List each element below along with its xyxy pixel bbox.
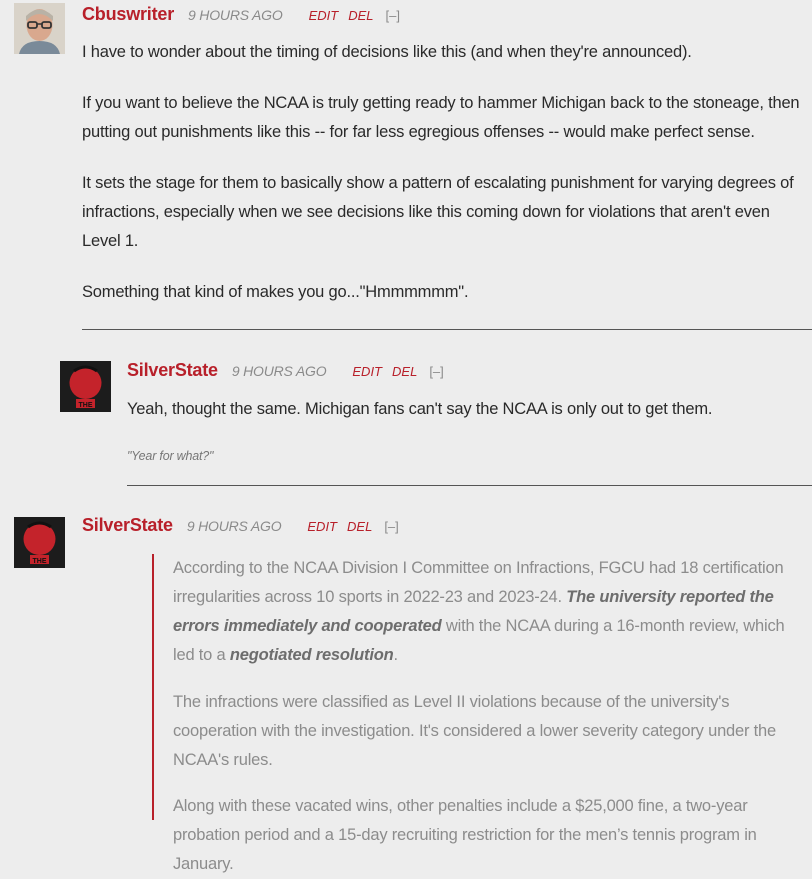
comment-paragraph: Something that kind of makes you go..."H… <box>82 283 469 301</box>
comment-paragraph: If you want to believe the NCAA is truly… <box>82 94 800 141</box>
comment-divider <box>127 485 812 486</box>
timestamp[interactable]: 9 HOURS AGO <box>232 363 327 379</box>
user-avatar[interactable]: THE <box>14 517 65 568</box>
blockquote: According to the NCAA Division I Committ… <box>152 554 809 873</box>
edit-link[interactable]: EDIT <box>307 519 337 534</box>
comment-paragraph: I have to wonder about the timing of dec… <box>82 43 692 61</box>
collapse-toggle[interactable]: [–] <box>384 519 398 534</box>
comment-body: I have to wonder about the timing of dec… <box>82 38 807 307</box>
svg-text:THE: THE <box>79 402 93 409</box>
author-name[interactable]: Cbuswriter <box>82 4 174 25</box>
delete-link[interactable]: DEL <box>347 519 372 534</box>
delete-link[interactable]: DEL <box>348 8 373 23</box>
edit-link[interactable]: EDIT <box>309 8 339 23</box>
quote-emphasis: negotiated resolution <box>229 646 394 664</box>
comment-meta: SilverState 9 HOURS AGO EDIT DEL [–] <box>82 515 399 536</box>
delete-link[interactable]: DEL <box>392 364 417 379</box>
author-name[interactable]: SilverState <box>82 515 173 536</box>
quote-paragraph: According to the NCAA Division I Committ… <box>173 554 809 670</box>
user-avatar[interactable] <box>14 3 65 54</box>
timestamp[interactable]: 9 HOURS AGO <box>187 518 282 534</box>
comment-silverstate: THE SilverState 9 HOURS AGO EDIT DEL [–]… <box>0 510 812 873</box>
timestamp[interactable]: 9 HOURS AGO <box>188 7 283 23</box>
avatar-logo-icon: THE <box>14 517 65 568</box>
author-name[interactable]: SilverState <box>127 360 218 381</box>
comment-body: Yeah, thought the same. Michigan fans ca… <box>127 395 807 424</box>
collapse-toggle[interactable]: [–] <box>385 8 399 23</box>
edit-link[interactable]: EDIT <box>352 364 382 379</box>
quote-text: . <box>393 646 398 664</box>
quote-paragraph: Along with these vacated wins, other pen… <box>173 797 757 873</box>
comment-meta: Cbuswriter 9 HOURS AGO EDIT DEL [–] <box>82 4 400 25</box>
quote-paragraph: The infractions were classified as Level… <box>173 693 777 769</box>
comment-paragraph: Yeah, thought the same. Michigan fans ca… <box>127 400 713 418</box>
user-signature: "Year for what?" <box>127 449 214 463</box>
avatar-photo-icon <box>14 3 65 54</box>
user-avatar[interactable]: THE <box>60 361 111 412</box>
comment-silverstate-reply: THE SilverState 9 HOURS AGO EDIT DEL [–]… <box>0 355 812 495</box>
comment-divider <box>82 329 812 330</box>
svg-text:THE: THE <box>33 558 47 565</box>
avatar-logo-icon: THE <box>60 361 111 412</box>
comment-paragraph: It sets the stage for them to basically … <box>82 174 794 250</box>
collapse-toggle[interactable]: [–] <box>429 364 443 379</box>
comment-meta: SilverState 9 HOURS AGO EDIT DEL [–] <box>127 360 444 381</box>
comment-cbuswriter: Cbuswriter 9 HOURS AGO EDIT DEL [–] I ha… <box>0 0 812 335</box>
